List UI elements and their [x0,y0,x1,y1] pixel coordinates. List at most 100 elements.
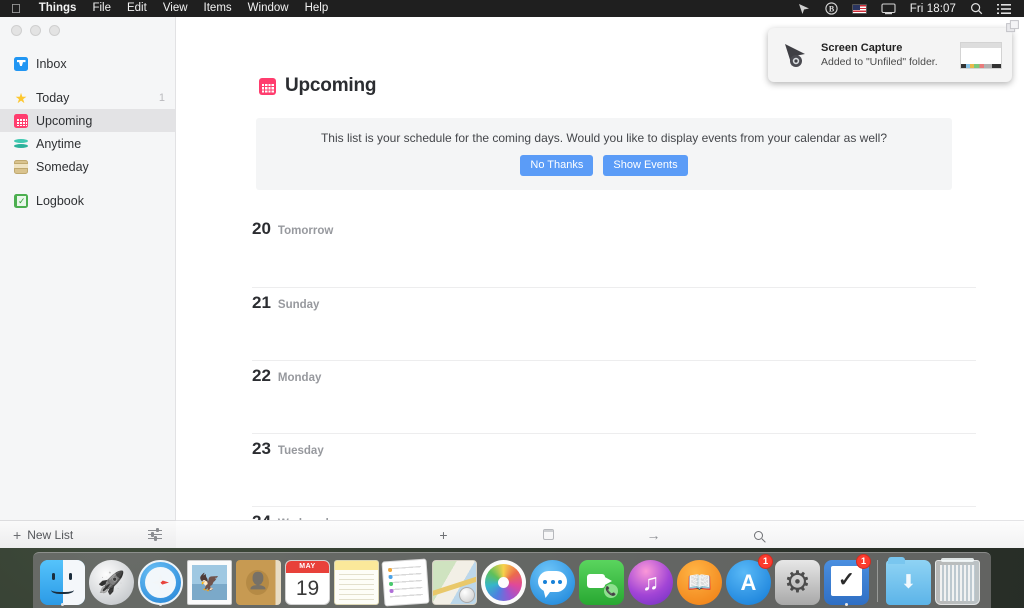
day-number: 23 [252,439,271,459]
day-row[interactable]: 23 Tuesday [252,433,976,506]
layers-icon [14,137,28,151]
sidebar-item-inbox[interactable]: Inbox [0,52,175,75]
maximize-button[interactable] [49,25,60,36]
running-indicator [845,603,848,606]
menu-item-edit[interactable]: Edit [119,0,155,17]
dock-item-calendar[interactable]: MAY 19 [284,555,331,605]
menu-item-view[interactable]: View [155,0,196,17]
cursor-arrow-icon[interactable] [791,3,818,15]
sidebar-item-label: Anytime [36,137,157,151]
sidebar: Inbox ★ Today 1 Upcoming Anytime [0,17,176,548]
notification-center-icon[interactable] [990,3,1018,15]
compass-icon [459,587,475,603]
minimize-button[interactable] [30,25,41,36]
menu-item-help[interactable]: Help [297,0,337,17]
plus-icon: + [13,527,21,543]
us-flag-icon[interactable] [845,4,874,14]
close-button[interactable] [11,25,22,36]
dock-item-photos[interactable] [480,555,527,605]
menu-item-file[interactable]: File [84,0,119,17]
dock-item-safari[interactable] [137,555,184,605]
sidebar-item-label: Logbook [36,194,157,208]
sidebar-item-label: Inbox [36,57,157,71]
spotlight-search-icon[interactable] [963,2,990,15]
day-name: Monday [278,372,321,384]
mail-icon [187,560,232,605]
calendar-events-banner: This list is your schedule for the comin… [256,118,952,190]
facetime-icon [579,560,624,605]
dock-item-mail[interactable] [186,555,233,605]
no-thanks-button[interactable]: No Thanks [520,155,593,176]
sidebar-footer: + New List [0,520,176,548]
sidebar-item-label: Someday [36,160,157,174]
dock-item-messages[interactable] [529,555,576,605]
search-button[interactable] [706,527,811,543]
add-todo-button[interactable]: + [391,527,496,543]
bitcoin-icon[interactable]: B [818,2,845,15]
new-list-button[interactable]: + New List [0,527,73,543]
show-events-button[interactable]: Show Events [603,155,687,176]
sidebar-divider [0,75,175,86]
sidebar-item-logbook[interactable]: Logbook [0,189,175,212]
sidebar-item-someday[interactable]: Someday [0,155,175,178]
photos-icon [481,560,526,605]
dock-item-itunes[interactable] [627,555,674,605]
sidebar-item-anytime[interactable]: Anytime [0,132,175,155]
dock-item-launchpad[interactable] [88,555,135,605]
sidebar-item-count: 1 [159,92,165,104]
dock-item-contacts[interactable] [235,555,282,605]
banner-message: This list is your schedule for the comin… [256,131,952,145]
day-row[interactable]: 21 Sunday [252,287,976,360]
dock-item-maps[interactable] [431,555,478,605]
day-header: 21 Sunday [252,288,976,313]
menu-bar-clock[interactable]: Fri 18:07 [903,3,963,15]
logbook-icon [14,194,28,208]
dock-item-downloads[interactable] [885,555,932,605]
day-row[interactable]: 20 Tomorrow [252,214,976,287]
window-traffic-lights [0,17,175,36]
move-button[interactable]: → [601,527,706,543]
menu-item-things[interactable]: Things [31,0,85,17]
dock-item-trash[interactable] [934,555,981,605]
menu-item-window[interactable]: Window [240,0,297,17]
screen-capture-notification[interactable]: Screen Capture Added to "Unfiled" folder… [768,28,1012,82]
day-header: 23 Tuesday [252,434,976,459]
desktop-screen:  Things File Edit View Items Window Hel… [0,0,1024,608]
day-number: 20 [252,219,271,239]
menu-bar-status: B Fri 18:07 [791,2,1024,15]
page-title: Upcoming [285,75,376,97]
sliders-icon[interactable] [148,529,162,541]
menu-item-items[interactable]: Items [196,0,240,17]
phone-icon [604,584,618,598]
running-indicator [159,603,162,606]
trash-icon [935,560,980,605]
schedule-calendar-button[interactable] [496,527,601,543]
display-icon[interactable] [874,3,903,15]
maps-icon [432,560,477,605]
sidebar-item-upcoming[interactable]: Upcoming [0,109,175,132]
notes-icon [334,560,379,605]
schedule-calendar-icon [543,529,554,540]
dock-item-appstore[interactable]: 1 [725,555,772,605]
dock-item-things[interactable]: 1 [823,555,870,605]
dock-item-notes[interactable] [333,555,380,605]
box-icon [14,160,28,174]
sidebar-item-today[interactable]: ★ Today 1 [0,86,175,109]
window-stack-icon[interactable] [1006,20,1020,34]
content-toolbar: + → [176,520,1024,548]
reminders-dots [388,568,394,596]
launchpad-icon [89,560,134,605]
calendar-icon [259,78,276,95]
notification-text: Screen Capture Added to "Unfiled" folder… [821,42,949,68]
dock-item-reminders[interactable] [382,555,429,605]
dock-item-ibooks[interactable] [676,555,723,605]
day-row[interactable]: 22 Monday [252,360,976,433]
svg-text:B: B [829,5,835,14]
system-preferences-icon [775,560,820,605]
dock-item-facetime[interactable] [578,555,625,605]
dock-item-finder[interactable] [39,555,86,605]
dock-item-sysprefs[interactable] [774,555,821,605]
dock-separator [877,560,878,602]
apple-menu-icon[interactable]:  [0,1,31,16]
day-name: Sunday [278,299,320,311]
